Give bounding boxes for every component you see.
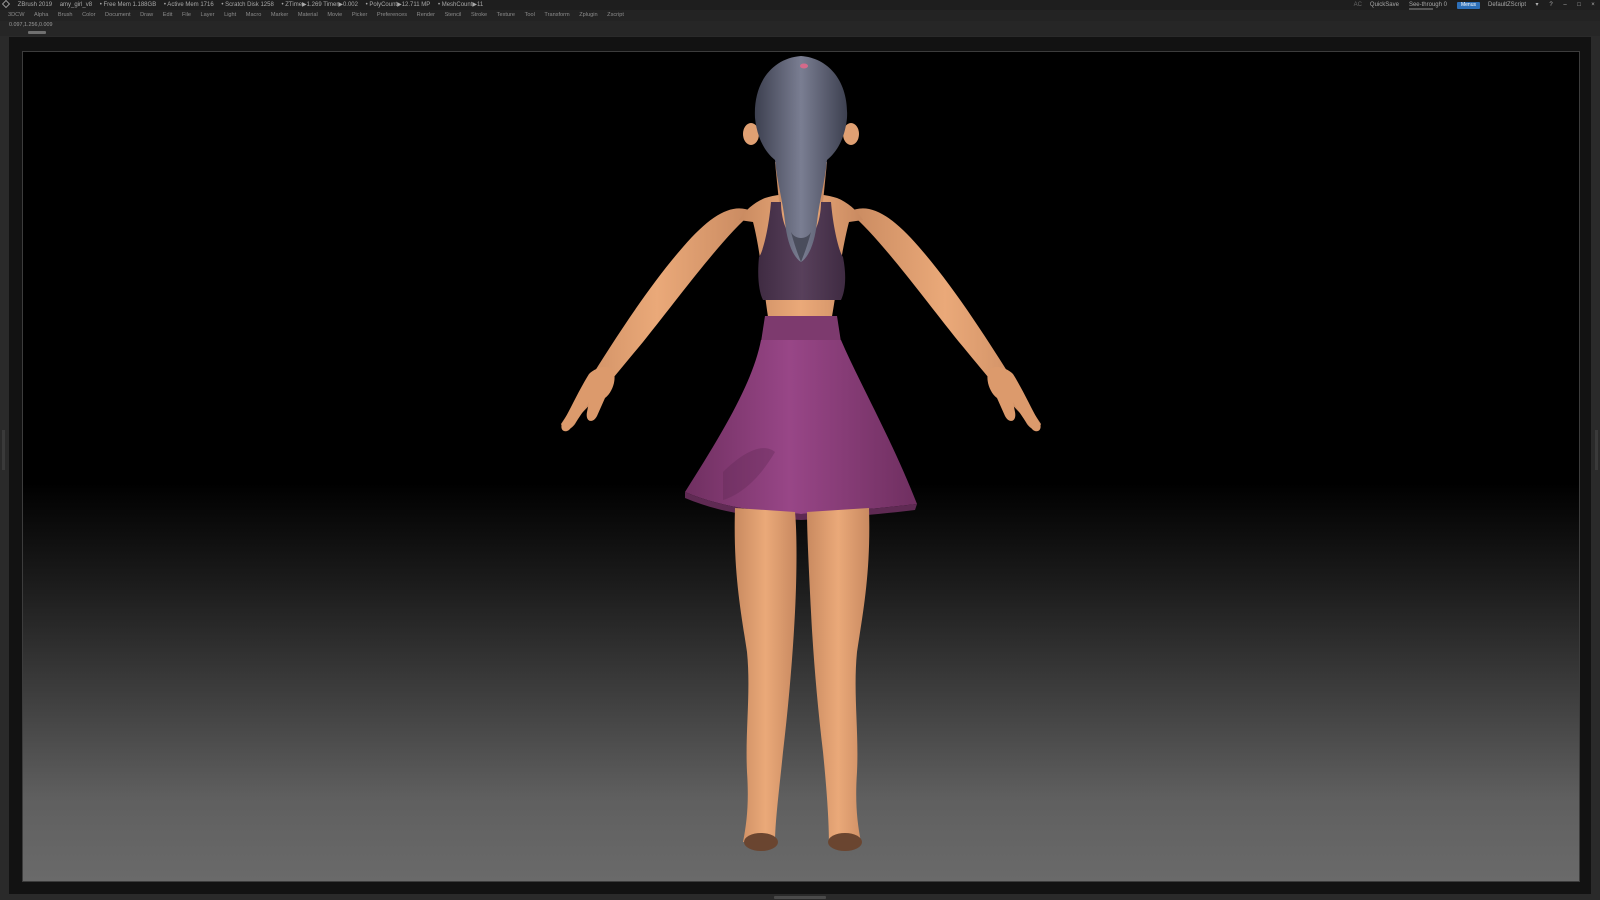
menu-item[interactable]: Material — [298, 12, 318, 18]
right-tray-handle[interactable] — [1595, 430, 1598, 470]
meshcount: • MeshCount▶11 — [437, 2, 484, 8]
see-through-slider[interactable]: See-through 0 — [1407, 0, 1449, 10]
menu-item[interactable]: Tool — [525, 12, 535, 18]
minimize-icon[interactable]: – — [1562, 2, 1568, 8]
bottom-tray-handle[interactable] — [774, 896, 826, 899]
zbrush-logo-icon[interactable] — [2, 0, 10, 9]
menu-item[interactable]: Stencil — [445, 12, 462, 18]
right-arm — [849, 208, 1041, 432]
scratch-disk: • Scratch Disk 1258 — [221, 2, 274, 8]
skirt — [685, 316, 917, 520]
ac-button[interactable]: AC — [1354, 0, 1362, 10]
menu-item[interactable]: Light — [224, 12, 236, 18]
menu-item[interactable]: Zscript — [607, 12, 624, 18]
menu-item[interactable]: Picker — [352, 12, 368, 18]
help-icon[interactable]: ? — [1548, 2, 1554, 8]
close-icon[interactable]: × — [1590, 2, 1596, 8]
menu-item[interactable]: Preferences — [377, 12, 407, 18]
menu-item[interactable]: Edit — [163, 12, 173, 18]
document-canvas[interactable] — [22, 51, 1580, 882]
menu-item[interactable]: Marker — [271, 12, 288, 18]
left-arm — [561, 208, 753, 432]
menu-item[interactable]: File — [182, 12, 191, 18]
menu-item[interactable]: Layer — [201, 12, 215, 18]
model-render — [561, 56, 1041, 851]
left-tray-handle[interactable] — [2, 430, 5, 470]
menu-item[interactable]: Movie — [327, 12, 342, 18]
menu-item[interactable]: Color — [82, 12, 95, 18]
menu-bar: 3DCW Alpha Brush Color Document Draw Edi… — [0, 10, 1600, 21]
menu-item[interactable]: Alpha — [34, 12, 48, 18]
default-zscript-button[interactable]: DefaultZScript — [1488, 0, 1526, 10]
right-foot-sole — [828, 833, 862, 851]
legs — [734, 508, 870, 851]
info-bar: 0.097,1.256,0.009 — [0, 21, 1600, 36]
menu-item[interactable]: Macro — [246, 12, 262, 18]
ztime: • ZTime▶1.269 Timer▶0.002 — [281, 2, 358, 8]
title-bar: ZBrush 2019 amy_girl_v8 • Free Mem 1.188… — [0, 0, 1600, 10]
left-foot-sole — [744, 833, 778, 851]
menu-item[interactable]: Document — [105, 12, 131, 18]
menu-item[interactable]: Brush — [58, 12, 73, 18]
active-mem: • Active Mem 1716 — [163, 2, 214, 8]
quicksave-button[interactable]: QuickSave — [1370, 0, 1399, 10]
app-title: ZBrush 2019 — [17, 2, 53, 8]
maximize-icon[interactable]: □ — [1576, 2, 1582, 8]
shelf-scroll-handle[interactable] — [28, 31, 46, 34]
menu-item[interactable]: Zplugin — [579, 12, 597, 18]
menu-item[interactable]: Render — [417, 12, 435, 18]
menu-item[interactable]: Draw — [140, 12, 153, 18]
menu-item[interactable]: Transform — [544, 12, 569, 18]
cursor-coordinates: 0.097,1.256,0.009 — [9, 22, 53, 28]
file-name: amy_girl_v8 — [59, 2, 93, 8]
menu-item[interactable]: 3DCW — [8, 12, 24, 18]
menu-item[interactable]: Stroke — [471, 12, 487, 18]
free-mem: • Free Mem 1.188GB — [99, 2, 157, 8]
menu-item[interactable]: Texture — [497, 12, 515, 18]
hair-tie — [800, 63, 808, 69]
polycount: • PolyCount▶12.711 MP — [365, 2, 431, 8]
menus-button[interactable]: Menus — [1456, 1, 1480, 9]
layout-icon[interactable]: ▾ — [1534, 2, 1540, 8]
